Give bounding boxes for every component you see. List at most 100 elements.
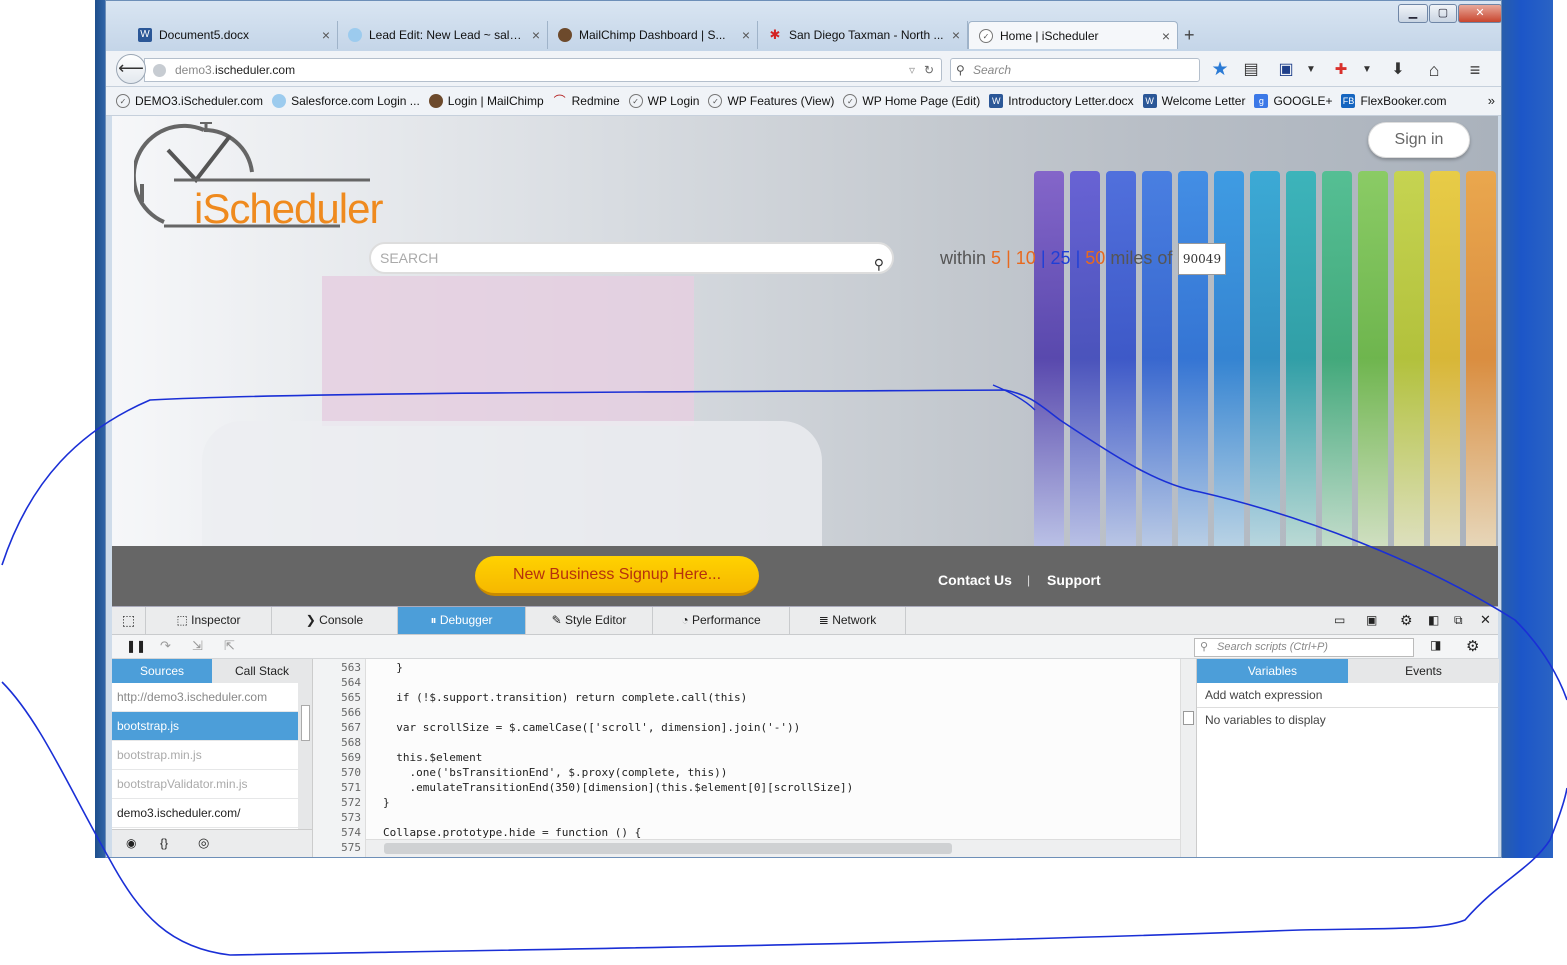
- blackbox-eye-icon[interactable]: ◉: [126, 836, 136, 850]
- distance-option[interactable]: 10: [1016, 248, 1036, 268]
- tab-events[interactable]: Events: [1348, 659, 1499, 683]
- scroll-thumb[interactable]: [384, 843, 952, 854]
- save-icon[interactable]: ▣: [1274, 59, 1298, 81]
- new-tab-button[interactable]: +: [1184, 25, 1195, 46]
- line-number[interactable]: 575: [313, 841, 361, 854]
- downloads-icon[interactable]: ⬇: [1386, 59, 1410, 81]
- undock-icon[interactable]: ⧉: [1454, 613, 1463, 628]
- settings-gear-icon[interactable]: ⚙: [1400, 612, 1413, 629]
- source-group[interactable]: demo3.ischeduler.com/: [112, 799, 298, 828]
- breakpoint-toggle-icon[interactable]: ◎: [198, 835, 209, 851]
- tab-lead-edit[interactable]: Lead Edit: New Lead ~ sale... ×: [338, 21, 548, 49]
- bookmark-star-icon[interactable]: ★: [1208, 59, 1232, 81]
- bookmark-demo3[interactable]: ✓ DEMO3.iScheduler.com: [116, 94, 263, 108]
- bookmark-introductory-letter[interactable]: W Introductory Letter.docx: [989, 94, 1134, 108]
- reload-icon[interactable]: ↻: [924, 59, 934, 81]
- tab-inspector[interactable]: ⬚ Inspector: [146, 607, 272, 634]
- addon-dropdown-icon[interactable]: ▼: [1355, 59, 1379, 81]
- tab-console[interactable]: ❯ Console: [272, 607, 398, 634]
- close-window-button[interactable]: ✕: [1458, 4, 1502, 23]
- bookmark-welcome-letter[interactable]: W Welcome Letter: [1142, 94, 1245, 108]
- addon-icon[interactable]: ✚: [1329, 59, 1353, 81]
- bookmarks-overflow-icon[interactable]: »: [1488, 93, 1495, 108]
- distance-option[interactable]: 50: [1085, 248, 1105, 268]
- bookmark-mailchimp[interactable]: Login | MailChimp: [428, 94, 544, 108]
- line-number[interactable]: 571: [313, 781, 361, 794]
- line-number[interactable]: 569: [313, 751, 361, 764]
- support-link[interactable]: Support: [1047, 572, 1101, 588]
- line-number[interactable]: 572: [313, 796, 361, 809]
- contact-us-link[interactable]: Contact Us: [938, 572, 1012, 588]
- editor-horizontal-scrollbar[interactable]: [366, 839, 1180, 857]
- distance-option[interactable]: 25: [1051, 248, 1071, 268]
- bookmark-wp-features[interactable]: ✓ WP Features (View): [708, 94, 834, 108]
- line-number[interactable]: 563: [313, 661, 361, 674]
- tab-ischeduler-home[interactable]: ✓ Home | iScheduler ×: [968, 21, 1178, 49]
- minimize-button[interactable]: ▁: [1398, 4, 1428, 23]
- pick-element-icon[interactable]: ⬚: [112, 607, 146, 634]
- menu-icon[interactable]: ≡: [1463, 59, 1487, 81]
- tab-mailchimp[interactable]: MailChimp Dashboard | S... ×: [548, 21, 758, 49]
- site-search-input[interactable]: SEARCH ⚲: [369, 242, 894, 274]
- history-dropdown-icon[interactable]: ▿: [909, 59, 915, 81]
- line-number[interactable]: 564: [313, 676, 361, 689]
- tab-network[interactable]: ≣ Network: [790, 607, 906, 634]
- tab-san-diego-taxman[interactable]: ✱ San Diego Taxman - North ... ×: [758, 21, 968, 49]
- tab-document5[interactable]: W Document5.docx ×: [128, 21, 338, 49]
- site-identity-icon[interactable]: [153, 64, 166, 77]
- code-editor[interactable]: 563 564 565 566 567 568 569 570 571 572 …: [312, 659, 1180, 857]
- tab-debugger[interactable]: ⏸ Debugger: [398, 607, 526, 634]
- distance-option[interactable]: 5: [991, 248, 1001, 268]
- close-tab-icon[interactable]: ×: [525, 27, 547, 43]
- editor-vertical-scrollbar[interactable]: [1180, 659, 1196, 857]
- pretty-print-icon[interactable]: {}: [160, 836, 168, 850]
- zip-code-input[interactable]: 90049: [1178, 243, 1226, 275]
- bookmark-flexbooker[interactable]: FB FlexBooker.com: [1341, 94, 1447, 108]
- tab-call-stack[interactable]: Call Stack: [212, 659, 312, 683]
- line-number[interactable]: 568: [313, 736, 361, 749]
- step-in-icon[interactable]: ⇲: [192, 638, 203, 654]
- ischeduler-logo[interactable]: iScheduler: [131, 120, 383, 230]
- source-item[interactable]: bootstrapValidator.min.js: [112, 770, 298, 799]
- add-watch-expression[interactable]: Add watch expression: [1197, 683, 1499, 708]
- bookmark-redmine[interactable]: ⌒ Redmine: [553, 94, 620, 108]
- bookmark-salesforce[interactable]: Salesforce.com Login ...: [272, 94, 420, 108]
- tab-performance[interactable]: ◔ Performance: [653, 607, 790, 634]
- sources-scrollbar[interactable]: [298, 683, 312, 829]
- line-number[interactable]: 565: [313, 691, 361, 704]
- tab-sources[interactable]: Sources: [112, 659, 212, 683]
- debugger-options-icon[interactable]: ⚙: [1466, 637, 1479, 655]
- save-dropdown-icon[interactable]: ▼: [1299, 59, 1323, 81]
- source-item[interactable]: bootstrap.js: [112, 712, 298, 741]
- maximize-button[interactable]: ▢: [1429, 4, 1457, 23]
- bookmark-wp-home-page[interactable]: ✓ WP Home Page (Edit): [843, 94, 980, 108]
- line-number[interactable]: 573: [313, 811, 361, 824]
- reading-list-icon[interactable]: ▤: [1239, 59, 1263, 81]
- back-button[interactable]: ⟵: [116, 54, 146, 84]
- line-number[interactable]: 570: [313, 766, 361, 779]
- step-out-icon[interactable]: ⇱: [224, 638, 235, 654]
- tab-variables[interactable]: Variables: [1197, 659, 1348, 683]
- step-over-icon[interactable]: ↷: [160, 638, 171, 654]
- line-number[interactable]: 574: [313, 826, 361, 839]
- script-search-input[interactable]: ⚲ Search scripts (Ctrl+P): [1194, 638, 1414, 657]
- close-devtools-icon[interactable]: ✕: [1480, 612, 1491, 628]
- line-number[interactable]: 566: [313, 706, 361, 719]
- close-tab-icon[interactable]: ×: [315, 27, 337, 43]
- web-search-input[interactable]: ⚲ Search: [950, 58, 1200, 82]
- line-number-gutter[interactable]: 563 564 565 566 567 568 569 570 571 572 …: [313, 659, 366, 857]
- source-item[interactable]: bootstrap.min.js: [112, 741, 298, 770]
- close-tab-icon[interactable]: ×: [735, 27, 757, 43]
- url-bar[interactable]: demo3.ischeduler.com ▿ ↻: [144, 58, 942, 82]
- bookmark-google-plus[interactable]: g GOOGLE+: [1254, 94, 1332, 108]
- bookmark-wp-login[interactable]: ✓ WP Login: [628, 94, 699, 108]
- home-icon[interactable]: ⌂: [1422, 59, 1446, 81]
- new-business-signup-button[interactable]: New Business Signup Here...: [475, 556, 759, 596]
- line-number[interactable]: 567: [313, 721, 361, 734]
- toggle-panes-icon[interactable]: ◨: [1430, 638, 1441, 652]
- split-console-icon[interactable]: ▭: [1334, 613, 1345, 627]
- close-tab-icon[interactable]: ×: [1155, 28, 1177, 44]
- responsive-mode-icon[interactable]: ▣: [1366, 613, 1377, 627]
- pause-icon[interactable]: ❚❚: [126, 639, 146, 653]
- tab-style-editor[interactable]: ✎ Style Editor: [526, 607, 653, 634]
